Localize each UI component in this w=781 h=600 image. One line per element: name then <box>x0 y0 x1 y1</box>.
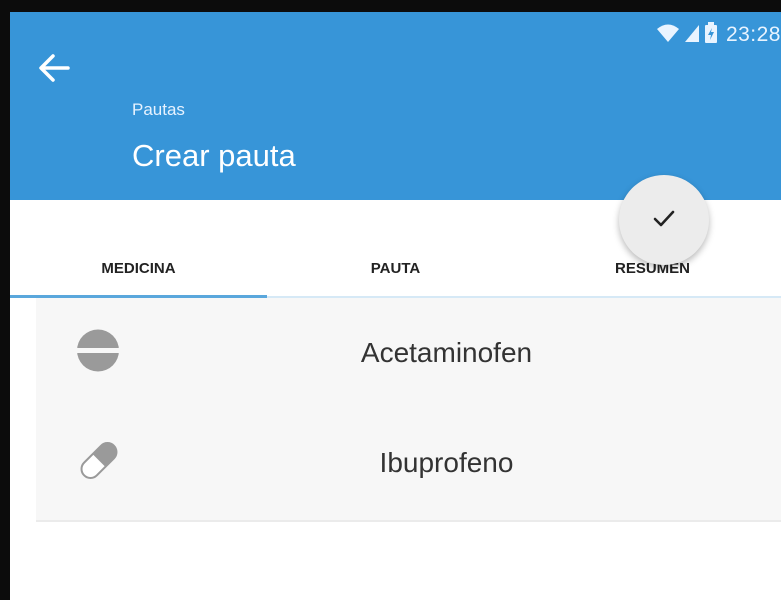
medicine-name: Ibuprofeno <box>379 447 514 478</box>
medicine-list: Acetaminofen Ibuprofeno <box>36 298 781 522</box>
device-frame-top <box>0 0 781 12</box>
app-screen: 23:28 Pautas Crear pauta MEDICINA PAUTA … <box>10 12 781 600</box>
arrow-left-icon <box>34 54 74 92</box>
page-title: Crear pauta <box>132 138 296 173</box>
breadcrumb: Pautas <box>132 100 185 119</box>
list-item[interactable]: Acetaminofen <box>36 298 781 408</box>
tab-label: PAUTA <box>370 259 421 277</box>
list-item[interactable]: Ibuprofeno <box>36 408 781 518</box>
device-frame-left <box>0 0 10 600</box>
check-icon <box>650 204 678 237</box>
status-bar: 23:28 <box>656 20 781 50</box>
battery-charging-icon <box>704 21 718 49</box>
back-button[interactable] <box>34 48 74 88</box>
tab-medicina[interactable]: MEDICINA <box>10 248 267 298</box>
app-bar: 23:28 Pautas Crear pauta <box>10 12 781 200</box>
confirm-fab-button[interactable] <box>619 175 709 265</box>
wifi-icon <box>656 23 680 48</box>
tab-label: MEDICINA <box>101 259 176 277</box>
signal-icon <box>684 23 700 48</box>
medicine-name: Acetaminofen <box>360 337 533 368</box>
tab-pauta[interactable]: PAUTA <box>267 248 524 296</box>
status-time: 23:28 <box>725 23 781 46</box>
